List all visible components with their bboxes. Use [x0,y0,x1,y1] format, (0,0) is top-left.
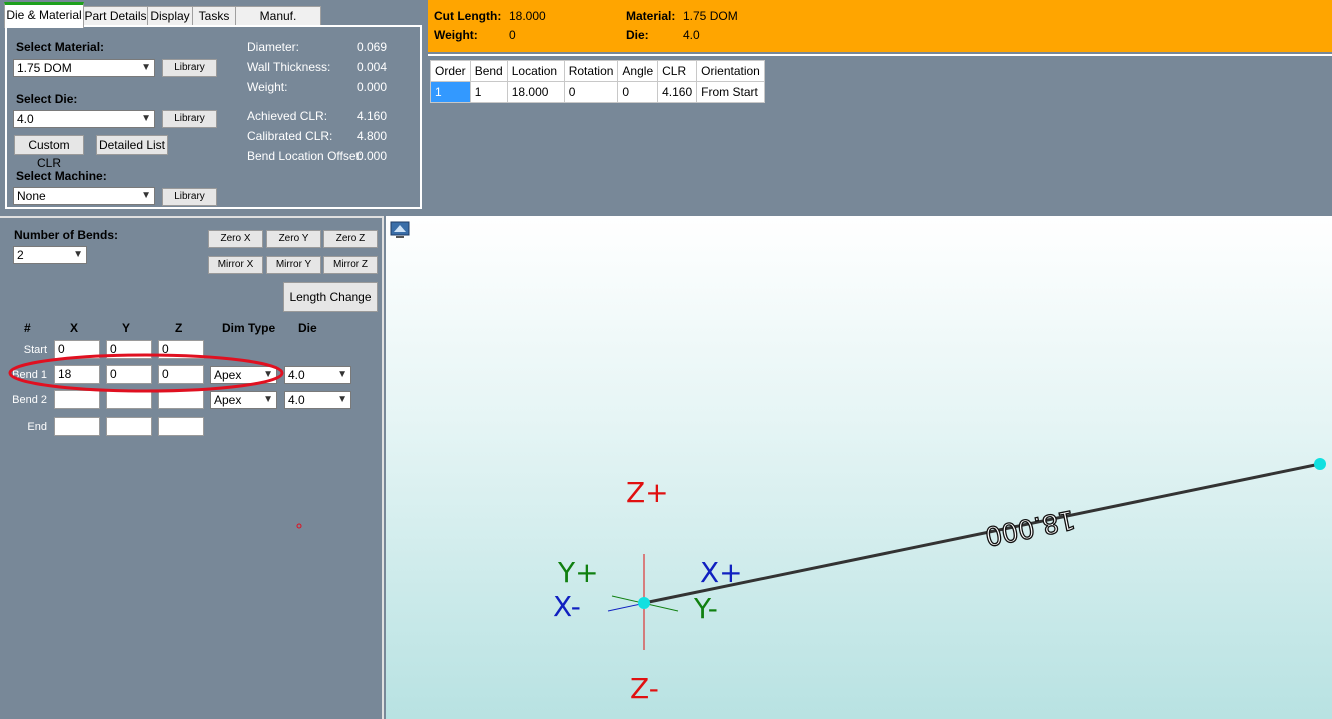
col-orientation[interactable]: Orientation [696,60,765,82]
achieved-clr-value: 4.160 [357,109,388,123]
die-select[interactable]: 4.0 ▼ [13,110,155,128]
cut-length-value: 18.000 [509,9,546,23]
length-change-button[interactable]: Length Change [283,282,378,312]
row-label-end: End [27,421,47,433]
table-row[interactable]: 1 1 18.000 0 0 4.160 From Start [430,81,765,103]
col-y: Y [122,321,131,335]
col-x: X [70,321,79,335]
col-die: Die [298,321,317,335]
zero-x-button[interactable]: Zero X [208,230,263,248]
marker-dot-icon [296,523,302,529]
table-cell[interactable]: 4.160 [657,81,698,103]
tab-display[interactable]: Display [147,6,193,25]
summary-die-value: 4.0 [683,28,700,42]
die-select-value: 4.0 [17,112,34,126]
tube-drawing [607,458,1326,650]
calibrated-clr-label: Calibrated CLR: [247,129,333,143]
end-y-field[interactable] [106,417,152,436]
chevron-down-icon: ▼ [141,190,151,201]
bends-panel: Number of Bends: 2 ▼ Zero X Zero Y Zero … [0,216,384,719]
end-x-field[interactable] [54,417,100,436]
start-point-marker [638,597,650,609]
mirror-z-button[interactable]: Mirror Z [323,256,378,274]
material-library-button[interactable]: Library [162,59,217,77]
col-clr[interactable]: CLR [657,60,698,82]
bend-table: Order Bend Location Rotation Angle CLR O… [430,60,765,103]
end-point-marker [1314,458,1326,470]
achieved-clr-label: Achieved CLR: [247,109,328,123]
col-z: Z [175,321,183,335]
y-plus-label: Y+ [558,556,599,589]
table-cell[interactable]: 1 [430,81,471,103]
weight-label: Weight: [247,80,288,94]
chevron-down-icon: ▼ [73,249,83,260]
tab-bar: Die & Material Part Details Display Task… [0,0,425,41]
table-cell[interactable]: 1 [469,81,508,103]
machine-select-value: None [17,189,46,203]
cut-length-label: Cut Length: [434,9,502,23]
table-cell[interactable]: 0 [563,81,619,103]
zero-z-button[interactable]: Zero Z [323,230,378,248]
z-plus-label: Z+ [626,476,669,509]
col-angle[interactable]: Angle [617,60,659,82]
table-cell[interactable]: 18.000 [506,81,565,103]
custom-clr-button[interactable]: Custom CLR [14,135,84,170]
machine-library-button[interactable]: Library [162,188,217,206]
machine-select[interactable]: None ▼ [13,187,155,205]
summary-weight-value: 0 [509,28,516,42]
diameter-value: 0.069 [357,40,388,54]
mirror-y-button[interactable]: Mirror Y [266,256,321,274]
calibrated-clr-value: 4.800 [357,129,388,143]
chevron-down-icon: ▼ [337,369,347,380]
number-of-bends-select[interactable]: 2 ▼ [13,246,87,264]
weight-value: 0.000 [357,80,388,94]
y-minus-label: Y- [694,592,718,625]
select-die-label: Select Die: [16,92,78,106]
summary-die-label: Die: [626,28,649,42]
wall-thickness-value: 0.004 [357,60,388,74]
chevron-down-icon: ▼ [141,113,151,124]
col-bend[interactable]: Bend [469,60,508,82]
col-hash: # [24,321,31,335]
material-select-value: 1.75 DOM [17,61,72,75]
end-z-field[interactable] [158,417,204,436]
table-cell[interactable]: 0 [617,81,659,103]
tab-tasks[interactable]: Tasks [192,6,236,25]
select-material-label: Select Material: [16,40,105,54]
tab-part-details[interactable]: Part Details [83,6,148,25]
summary-weight-label: Weight: [434,28,478,42]
chevron-down-icon: ▼ [337,394,347,405]
z-minus-label: Z- [630,672,659,705]
bend-location-offset-label: Bend Location Offset: [247,149,363,163]
mirror-x-button[interactable]: Mirror X [208,256,263,274]
table-cell[interactable]: From Start [696,81,765,103]
wall-thickness-label: Wall Thickness: [247,60,331,74]
tab-die-material[interactable]: Die & Material [4,2,84,28]
material-select[interactable]: 1.75 DOM ▼ [13,59,155,77]
highlight-ellipse [8,353,284,393]
number-of-bends-value: 2 [17,248,24,262]
bend-table-panel: Order Bend Location Rotation Angle CLR O… [428,54,1332,216]
summary-material-value: 1.75 DOM [683,9,738,23]
col-location[interactable]: Location [506,60,565,82]
col-rotation[interactable]: Rotation [563,60,619,82]
col-dim-type: Dim Type [222,321,276,335]
select-machine-label: Select Machine: [16,169,107,183]
die-material-panel: Select Material: 1.75 DOM ▼ Library Sele… [5,25,422,209]
zero-y-button[interactable]: Zero Y [266,230,321,248]
summary-material-label: Material: [626,9,676,23]
die-library-button[interactable]: Library [162,110,217,128]
x-minus-label: X- [553,590,581,623]
detailed-list-button[interactable]: Detailed List [96,135,168,155]
number-of-bends-label: Number of Bends: [14,228,119,242]
chevron-down-icon: ▼ [141,62,151,73]
3d-viewport[interactable]: 18.000 Z+ Z- X+ X- Y+ Y- [386,216,1332,719]
x-plus-label: X+ [700,556,743,589]
col-order[interactable]: Order [430,60,471,82]
diameter-label: Diameter: [247,40,300,54]
summary-header: Cut Length: 18.000 Weight: 0 Material: 1… [428,0,1332,52]
bend-location-offset-value: 0.000 [357,149,388,163]
tab-manuf-warning[interactable]: Manuf. Warning [235,6,321,41]
